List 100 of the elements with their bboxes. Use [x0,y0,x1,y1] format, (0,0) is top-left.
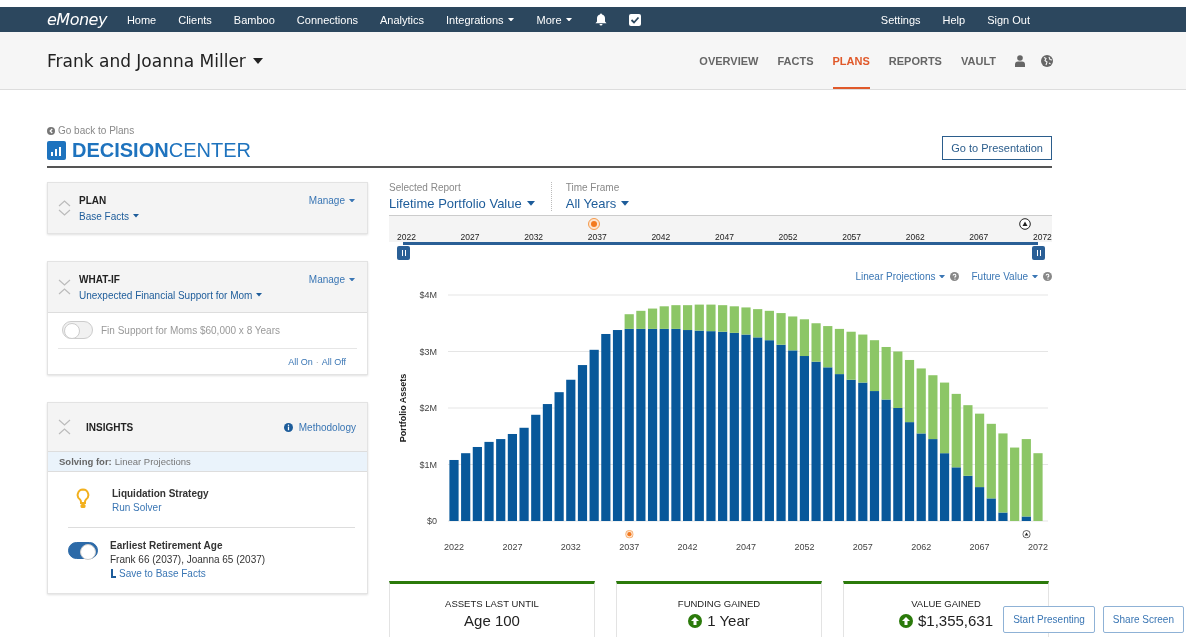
nav-link[interactable]: Analytics [380,13,425,26]
sun-marker-icon [625,530,634,539]
nav-link[interactable]: Clients [178,13,212,26]
range-handle[interactable] [397,246,410,260]
lightbulb-icon [76,488,90,510]
caret-icon [251,57,264,64]
caret-icon [255,293,264,297]
summary-label: FUNDING GAINED [677,598,761,609]
summary-label: ASSETS LAST UNTIL [445,598,539,609]
caret-icon [525,201,536,206]
nav-link[interactable]: More [536,13,573,26]
nav-tab[interactable]: REPORTS [888,32,942,89]
nav-link[interactable]: Sign Out [987,13,1030,26]
axis-tick-label: $0 [427,516,437,526]
summary-value: $1,355,631 [898,612,994,629]
checkbox-icon[interactable] [628,13,641,26]
footer-button[interactable]: Share Screen [1102,606,1184,633]
bar [951,467,961,521]
globe-icon[interactable] [1041,54,1053,67]
methodology-link[interactable]: Methodology [283,421,356,433]
arrow-up-icon [898,613,913,628]
solving-for-bar: Solving for: Linear Projections [48,451,367,472]
caret-icon [1031,274,1039,279]
timeline-year: 2057 [842,232,862,242]
all-on-link[interactable]: All On [288,357,313,367]
report-dropdown[interactable]: Lifetime Portfolio Value [389,196,536,211]
toggle-switch[interactable] [68,542,98,559]
bar [449,460,459,521]
timeline-year: 2032 [524,232,544,242]
manage-menu[interactable]: Manage [308,195,356,206]
end-marker-icon [1022,530,1031,538]
back-arrow-icon [47,126,55,135]
nav-tab[interactable]: PLANS [832,32,870,89]
timeline-year: 2072 [1032,232,1052,242]
chart-option-dropdown[interactable]: Future Value [971,271,1039,282]
back-link[interactable]: Go back to Plans [47,125,1052,136]
nav-link[interactable]: Bamboo [233,13,275,26]
bar [461,453,471,521]
caret-icon [564,17,573,22]
nav-link[interactable]: Connections [296,13,358,26]
what-if-dropdown[interactable]: Unexpected Financial Support for Mom [79,289,264,301]
nav-link[interactable]: Settings [880,13,921,26]
end-marker-icon [1019,218,1032,230]
axis-title: Portfolio Assets [398,373,408,443]
bell-icon[interactable] [594,13,607,26]
timeline-year: 2027 [460,232,480,242]
summary-value: Age 100 [464,612,520,629]
nav-tab[interactable]: VAULT [960,32,996,89]
section-heading: PLAN [79,194,108,206]
caret-icon [506,17,515,22]
insight-action-link[interactable]: Save to Base Facts [110,568,266,579]
chart-option-dropdown[interactable]: Linear Projections [855,271,947,282]
manage-menu[interactable]: Manage [308,274,356,285]
nav-link[interactable]: Help [942,13,966,26]
caret-icon [620,201,631,206]
nav-tab[interactable]: FACTS [777,32,814,89]
plan-dropdown[interactable]: Base Facts [79,210,141,222]
nav-link[interactable]: Integrations [446,13,515,26]
insight-title: Liquidation Strategy [112,488,209,499]
timeline-year: 2067 [969,232,989,242]
timeline-year: 2047 [714,232,734,242]
timeline-year: 2037 [587,232,607,242]
help-icon[interactable] [950,272,960,281]
axis-tick-label: 2022 [444,542,464,552]
range-handle[interactable] [1032,246,1045,260]
info-icon [283,422,293,432]
insight-title: Earliest Retirement Age [110,540,224,551]
caret-icon [132,214,141,218]
caret-icon [348,277,356,282]
axis-tick-label: 2067 [969,542,990,552]
nav-tab[interactable]: OVERVIEW [699,32,759,89]
all-off-link[interactable]: All Off [321,357,346,367]
nav-link[interactable]: Home [126,13,157,26]
axis-tick-label: 2032 [560,542,581,552]
client-name[interactable]: Frank and Joanna Miller [47,32,264,89]
field-label: Selected Report [389,182,462,193]
timeline-year: 2022 [397,232,416,242]
presentation-button[interactable]: Go to Presentation [942,136,1052,160]
section-heading: WHAT-IF [79,273,121,285]
arrow-up-icon [688,613,703,628]
toggle-label: Fin Support for Moms $60,000 x 8 Years [101,324,280,336]
bar [928,375,938,440]
help-icon[interactable] [1043,272,1052,281]
bar [1033,453,1043,521]
summary-label: VALUE GAINED [911,598,981,609]
footer-button[interactable]: Start Presenting [1003,606,1095,633]
axis-tick-label: $2M [419,403,437,413]
person-icon[interactable] [1015,54,1025,67]
logo[interactable]: eMoney [47,10,107,29]
insight-detail: Frank 66 (2037), Joanna 65 (2037) [110,554,266,565]
axis-tick-label: $4M [419,290,437,300]
section-heading: INSIGHTS [86,421,134,433]
time-frame-dropdown[interactable]: All Years [565,196,631,211]
bar [939,382,950,454]
insight-action-link[interactable]: Run Solver [112,502,209,513]
axis-tick-label: $3M [419,346,437,357]
axis-tick-label: 2072 [1028,542,1048,552]
caret-icon [938,274,947,279]
timeline-year: 2052 [778,232,798,242]
caret-icon [348,198,356,203]
